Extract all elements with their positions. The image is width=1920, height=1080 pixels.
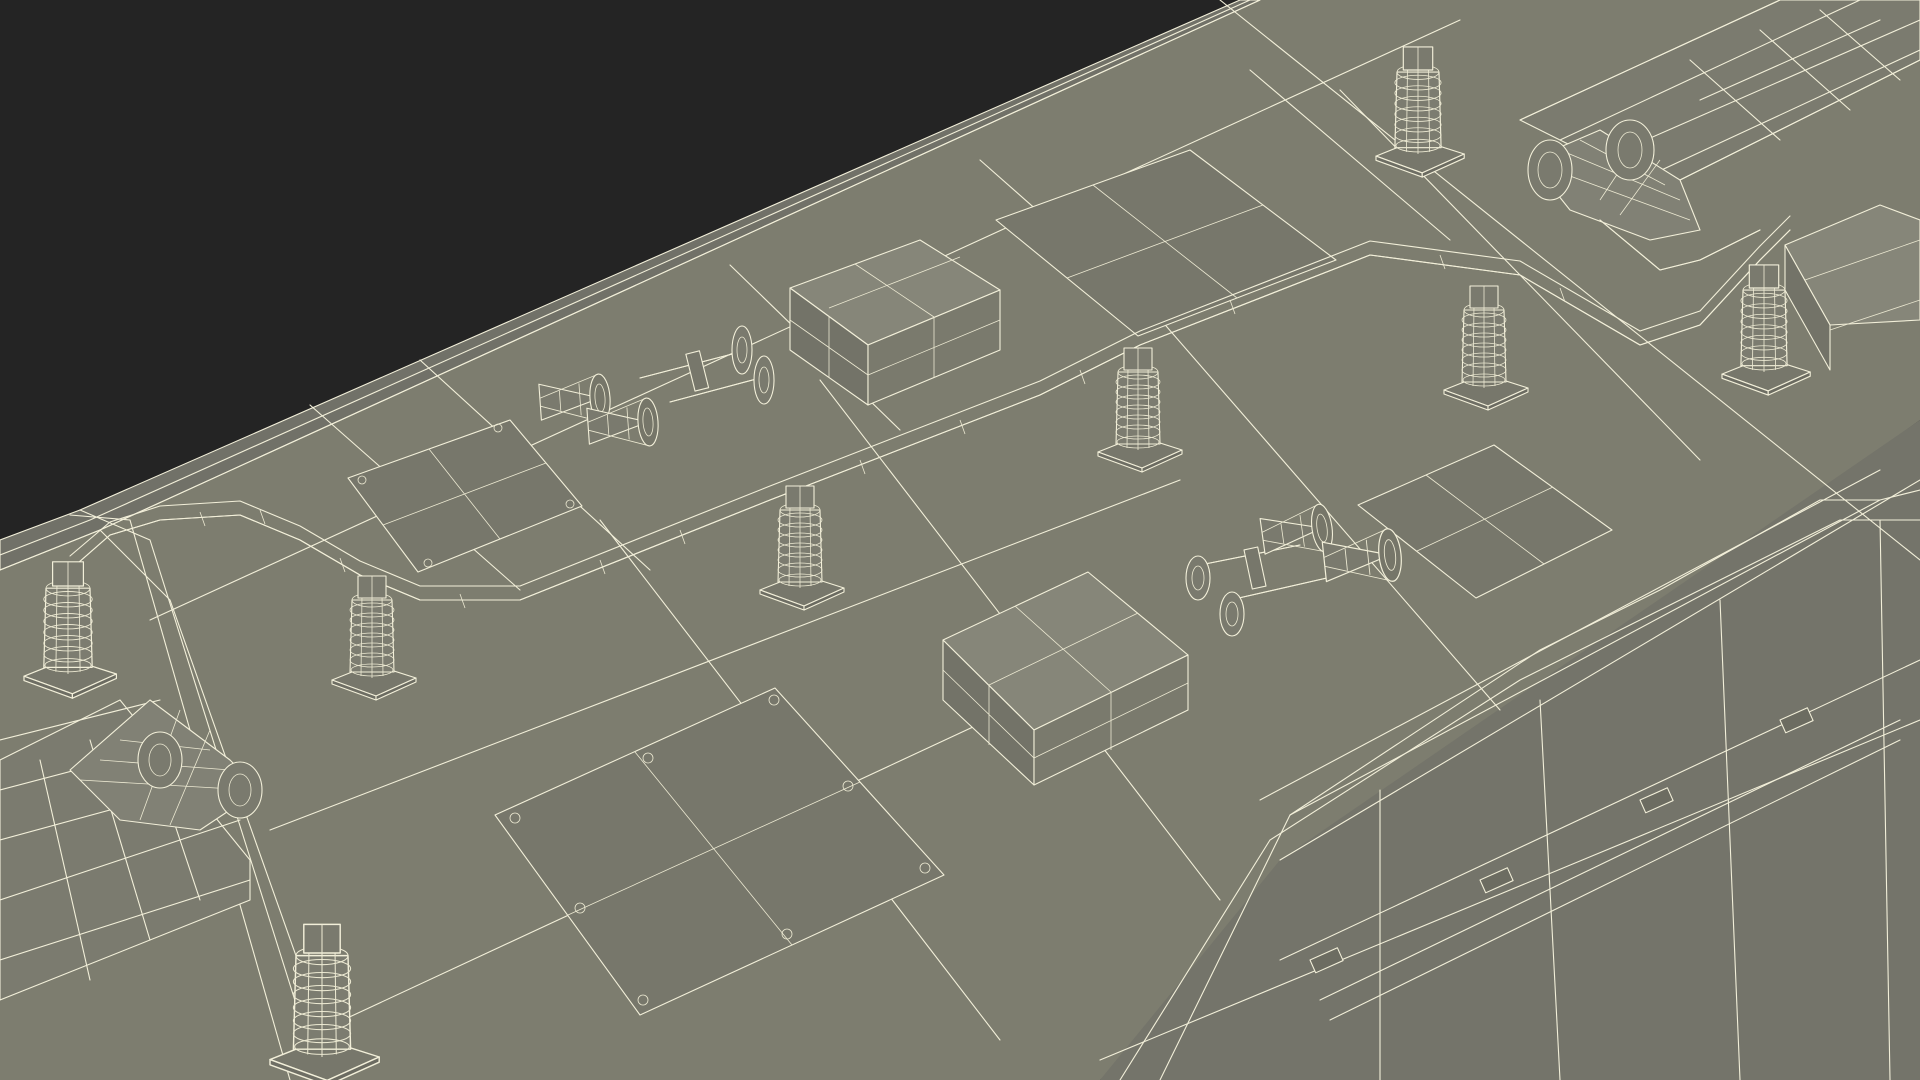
3d-viewport[interactable] bbox=[0, 0, 1920, 1080]
wireframe-render bbox=[0, 0, 1920, 1080]
